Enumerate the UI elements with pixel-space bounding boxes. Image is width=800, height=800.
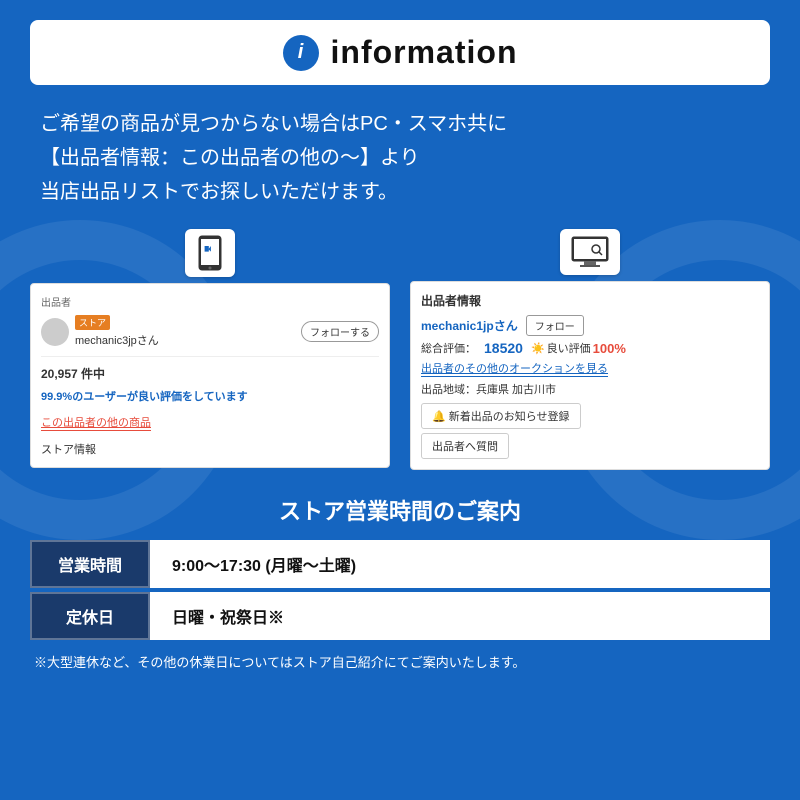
store-hours-title: ストア営業時間のご案内 bbox=[30, 494, 770, 526]
desktop-screenshot: 出品者情報 mechanic1jpさん フォロー 総合評価： 18520 ☀️ … bbox=[410, 281, 770, 470]
phone-icon bbox=[185, 229, 235, 277]
hours-row-2: 定休日 日曜・祝祭日※ bbox=[30, 592, 770, 640]
desc-line3: 当店出品リストでお探しいただけます。 bbox=[40, 175, 760, 209]
mobile-avatar bbox=[41, 318, 69, 346]
info-icon: i bbox=[283, 35, 319, 71]
mobile-rating: 99.9%のユーザーが良い評価をしています bbox=[41, 388, 379, 404]
desktop-col: 出品者情報 mechanic1jpさん フォロー 総合評価： 18520 ☀️ … bbox=[410, 229, 770, 470]
mobile-seller-name: mechanic3jpさん bbox=[75, 332, 159, 348]
footer-note: ※大型連休など、その他の休業日についてはストア自己紹介にてご案内いたします。 bbox=[30, 652, 770, 671]
mobile-count: 20,957 件中 bbox=[41, 365, 379, 382]
mobile-follow-button[interactable]: フォローする bbox=[301, 321, 379, 342]
hours-value-1: 9:00〜17:30 (月曜〜土曜) bbox=[150, 540, 770, 588]
desktop-good-label: 良い評価 bbox=[547, 340, 591, 356]
desktop-seller-title: 出品者情報 bbox=[421, 292, 759, 309]
desktop-total-label: 総合評価： bbox=[421, 340, 476, 356]
sun-icon: ☀️ bbox=[531, 342, 545, 355]
mobile-col: 出品者 ストア mechanic3jpさん フォローする bbox=[30, 229, 390, 468]
pc-icon bbox=[560, 229, 620, 275]
info-header: i information bbox=[30, 20, 770, 85]
desktop-follow-button[interactable]: フォロー bbox=[526, 315, 584, 336]
desktop-total-value: 18520 bbox=[484, 340, 523, 356]
mobile-seller-row: ストア mechanic3jpさん フォローする bbox=[41, 315, 379, 348]
desktop-location: 出品地域：兵庫県 加古川市 bbox=[421, 381, 759, 397]
desktop-seller-name: mechanic1jpさん bbox=[421, 317, 518, 334]
description-block: ご希望の商品が見つからない場合はPC・スマホ共に 【出品者情報：この出品者の他の… bbox=[30, 107, 770, 209]
mobile-avatar-name: ストア mechanic3jpさん bbox=[41, 315, 159, 348]
mobile-store-badge: ストア bbox=[75, 315, 110, 330]
desktop-question-button[interactable]: 出品者へ質問 bbox=[421, 433, 509, 459]
mobile-seller-info: ストア mechanic3jpさん bbox=[75, 315, 159, 348]
mobile-seller-link[interactable]: この出品者の他の商品 bbox=[41, 414, 151, 431]
desktop-rating-row: 総合評価： 18520 ☀️ 良い評価 100% bbox=[421, 340, 759, 356]
desktop-seller-row: mechanic1jpさん フォロー bbox=[421, 315, 759, 336]
desktop-notify-button[interactable]: 🔔 新着出品のお知らせ登録 bbox=[421, 403, 581, 429]
mobile-seller-label: 出品者 bbox=[41, 294, 379, 309]
mobile-seller-section: ストア mechanic3jpさん フォローする bbox=[41, 315, 379, 357]
mobile-store-info[interactable]: ストア情報 bbox=[41, 441, 379, 457]
page-title: information bbox=[331, 34, 518, 71]
hours-value-2: 日曜・祝祭日※ bbox=[150, 592, 770, 640]
desktop-good-rating: ☀️ 良い評価 100% bbox=[531, 340, 626, 356]
desktop-good-percent: 100% bbox=[593, 341, 626, 356]
screenshots-row: 出品者 ストア mechanic3jpさん フォローする bbox=[30, 229, 770, 470]
hours-label-2: 定休日 bbox=[30, 592, 150, 640]
desc-line1: ご希望の商品が見つからない場合はPC・スマホ共に bbox=[40, 107, 760, 141]
hours-label-1: 営業時間 bbox=[30, 540, 150, 588]
desktop-auction-link[interactable]: 出品者のその他のオークションを見る bbox=[421, 360, 608, 377]
hours-row-1: 営業時間 9:00〜17:30 (月曜〜土曜) bbox=[30, 540, 770, 588]
store-hours-table: 営業時間 9:00〜17:30 (月曜〜土曜) 定休日 日曜・祝祭日※ bbox=[30, 540, 770, 640]
mobile-screenshot: 出品者 ストア mechanic3jpさん フォローする bbox=[30, 283, 390, 468]
desc-line2: 【出品者情報：この出品者の他の〜】より bbox=[40, 141, 760, 175]
